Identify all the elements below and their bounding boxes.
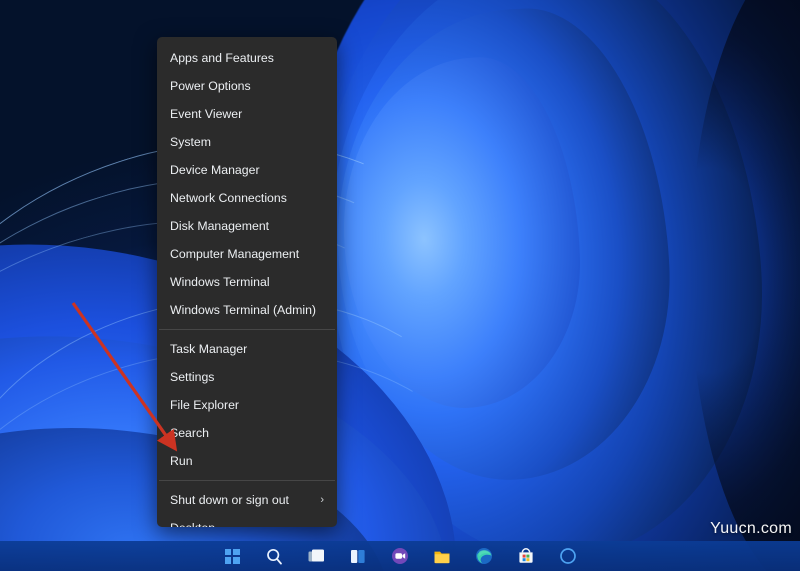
menu-item-label: Run: [170, 454, 193, 468]
menu-item-system[interactable]: System: [157, 128, 337, 156]
menu-item-device-manager[interactable]: Device Manager: [157, 156, 337, 184]
menu-item-disk-management[interactable]: Disk Management: [157, 212, 337, 240]
taskbar[interactable]: [0, 541, 800, 571]
menu-separator: [159, 329, 335, 330]
menu-item-label: Disk Management: [170, 219, 269, 233]
cortana-icon: [559, 547, 577, 565]
menu-item-label: System: [170, 135, 211, 149]
taskbar-widgets-icon[interactable]: [346, 544, 370, 568]
menu-item-windows-terminal[interactable]: Windows Terminal: [157, 268, 337, 296]
menu-item-file-explorer[interactable]: File Explorer: [157, 391, 337, 419]
microsoft-store-icon: [517, 547, 535, 565]
menu-item-label: Network Connections: [170, 191, 287, 205]
taskbar-file-explorer-icon[interactable]: [430, 544, 454, 568]
taskbar-start-icon[interactable]: [220, 544, 244, 568]
taskbar-microsoft-store-icon[interactable]: [514, 544, 538, 568]
taskbar-edge-icon[interactable]: [472, 544, 496, 568]
search-icon: [265, 547, 283, 565]
menu-item-task-manager[interactable]: Task Manager: [157, 335, 337, 363]
menu-item-event-viewer[interactable]: Event Viewer: [157, 100, 337, 128]
chevron-right-icon: ›: [320, 486, 324, 514]
menu-item-label: Device Manager: [170, 163, 260, 177]
menu-item-label: Power Options: [170, 79, 251, 93]
menu-item-network-connections[interactable]: Network Connections: [157, 184, 337, 212]
menu-item-label: Search: [170, 426, 209, 440]
menu-item-settings[interactable]: Settings: [157, 363, 337, 391]
menu-item-label: Windows Terminal: [170, 275, 270, 289]
taskbar-cortana-icon[interactable]: [556, 544, 580, 568]
edge-icon: [475, 547, 493, 565]
menu-item-power-options[interactable]: Power Options: [157, 72, 337, 100]
menu-item-desktop[interactable]: Desktop: [157, 514, 337, 527]
menu-item-run[interactable]: Run: [157, 447, 337, 475]
menu-item-label: Windows Terminal (Admin): [170, 303, 316, 317]
taskbar-chat-icon[interactable]: [388, 544, 412, 568]
menu-item-label: Apps and Features: [170, 51, 274, 65]
menu-item-shut-down-or-sign-out[interactable]: Shut down or sign out ›: [157, 486, 337, 514]
menu-item-label: Shut down or sign out: [170, 493, 289, 507]
menu-item-apps-and-features[interactable]: Apps and Features: [157, 44, 337, 72]
taskbar-search-icon[interactable]: [262, 544, 286, 568]
menu-item-search[interactable]: Search: [157, 419, 337, 447]
menu-item-label: Task Manager: [170, 342, 247, 356]
taskbar-task-view-icon[interactable]: [304, 544, 328, 568]
file-explorer-icon: [433, 547, 451, 565]
win-x-quick-link-menu[interactable]: Apps and Features Power Options Event View…: [157, 37, 337, 527]
chat-icon: [391, 547, 409, 565]
menu-item-label: Computer Management: [170, 247, 299, 261]
menu-item-label: Desktop: [170, 521, 215, 527]
task-view-icon: [307, 547, 325, 565]
menu-item-label: File Explorer: [170, 398, 239, 412]
start-icon: [225, 549, 240, 564]
widgets-icon: [349, 547, 367, 565]
site-watermark: Yuucn.com: [710, 520, 792, 538]
menu-item-label: Event Viewer: [170, 107, 242, 121]
desktop-wallpaper: [0, 0, 800, 571]
menu-item-computer-management[interactable]: Computer Management: [157, 240, 337, 268]
menu-separator: [159, 480, 335, 481]
menu-item-label: Settings: [170, 370, 214, 384]
menu-item-windows-terminal-admin[interactable]: Windows Terminal (Admin): [157, 296, 337, 324]
